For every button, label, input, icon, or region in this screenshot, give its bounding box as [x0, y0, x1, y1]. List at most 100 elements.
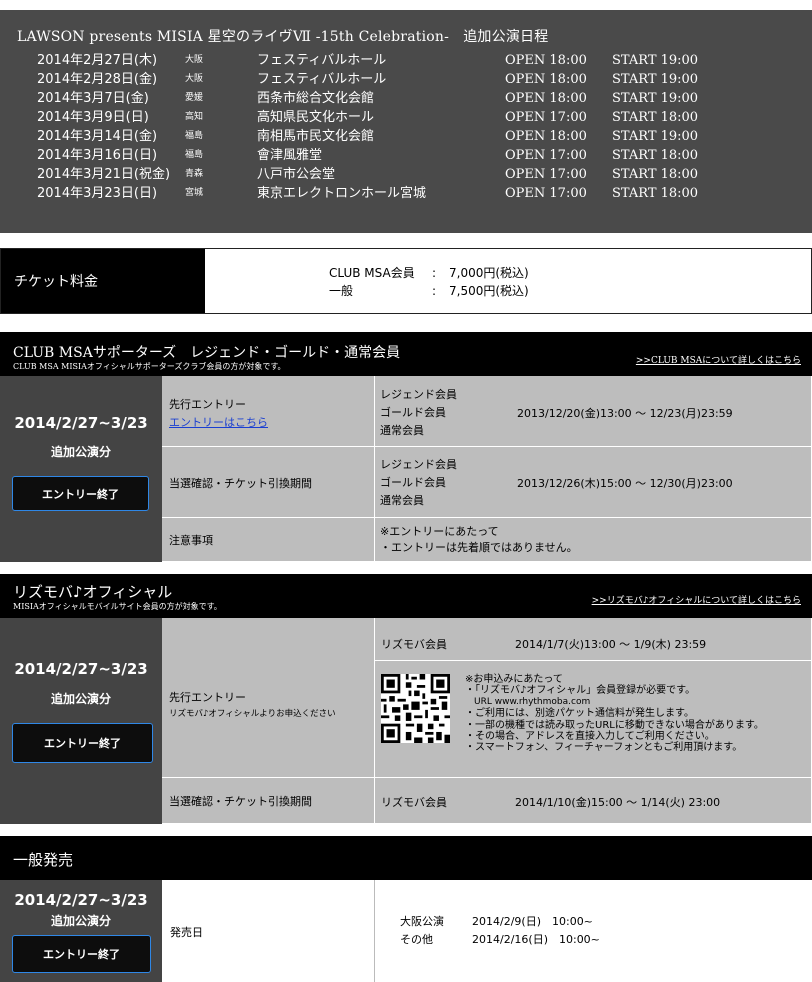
- club-msa-details-link[interactable]: >>CLUB MSAについて詳しくはこちら: [636, 353, 801, 366]
- pre-entry-label-cell: 先行エントリー エントリーはこちら: [162, 376, 375, 447]
- note-line: ※エントリーにあたって: [380, 525, 499, 538]
- note-line: ・ご利用には、別途パケット通信料が発生します。: [465, 708, 694, 720]
- general-sale-title: 一般発売: [13, 851, 74, 869]
- price-colon: :: [432, 266, 437, 280]
- entry-period: 2013/12/20(金)13:00 ～ 12/23(月)23:59: [517, 407, 733, 420]
- schedule-date: 2014年2月28日(金): [37, 72, 158, 87]
- schedule-open: OPEN 18:00: [505, 129, 587, 144]
- price-colon: :: [432, 284, 437, 298]
- member-type: リズモバ会員: [381, 638, 447, 651]
- schedule-open: OPEN 17:00: [505, 148, 587, 163]
- rhythmoba-notes: ※お申込みにあたって ・「リズモバ♪オフィシャル」会員登録が必要です。 URL …: [465, 674, 764, 754]
- rhythmoba-title: リズモバ♪オフィシャル: [13, 583, 173, 601]
- release-date: 2014/2/9(日) 10:00~: [472, 915, 593, 928]
- schedule-row: 2014年3月23日(日) 宮城 東京エレクトロンホール宮城 OPEN 17:0…: [0, 184, 812, 203]
- note-line: ※お申込みにあたって: [465, 674, 563, 685]
- schedule-row: 2014年2月28日(金) 大阪 フェスティバルホール OPEN 18:00 S…: [0, 70, 812, 89]
- entry-link[interactable]: エントリーはこちら: [169, 416, 268, 429]
- release-date-label-cell: 発売日: [162, 880, 375, 982]
- rhythmoba-details-link[interactable]: >>リズモバ♪オフィシャルについて詳しくはこちら: [592, 593, 801, 606]
- schedule-panel: LAWSON presents MISIA 星空のライヴⅦ -15th Cele…: [0, 10, 812, 233]
- side-additional: 追加公演分: [50, 914, 111, 928]
- entry-period: 2014/1/7(火)13:00 ～ 1/9(木) 23:59: [515, 638, 707, 651]
- note-line: ・その場合、アドレスを直接入力してご利用ください。: [465, 731, 715, 743]
- schedule-start: START 18:00: [612, 186, 699, 201]
- notes-label: 注意事項: [169, 534, 213, 547]
- price-list: CLUB MSA会員 : 7,000円(税込) 一般 : 7,500円(税込): [329, 264, 629, 300]
- pre-entry-label-cell: 先行エントリー リズモバ♪オフィシャルよりお申込ください: [162, 618, 375, 778]
- confirm-period-label-cell: 当選確認・チケット引換期間: [162, 447, 375, 518]
- ticket-price-panel: チケット料金 CLUB MSA会員 : 7,000円(税込) 一般 : 7,50…: [0, 248, 812, 314]
- schedule-prefecture: 青森: [185, 169, 204, 179]
- schedule-prefecture: 大阪: [185, 74, 204, 84]
- schedule-date: 2014年3月14日(金): [37, 129, 158, 144]
- member-type: ゴールド会員: [380, 476, 446, 489]
- member-type: 通常会員: [380, 424, 424, 437]
- entry-closed-button[interactable]: エントリー終了: [12, 476, 149, 511]
- schedule-start: START 19:00: [612, 129, 699, 144]
- confirm-period: 2014/1/10(金)15:00 ～ 1/14(火) 23:00: [515, 796, 721, 809]
- notes-text: ※エントリーにあたって ・エントリーは先着順ではありません。: [380, 524, 578, 556]
- schedule-start: START 19:00: [612, 72, 699, 87]
- release-date: 2014/2/16(日) 10:00~: [472, 933, 600, 946]
- entry-closed-button[interactable]: エントリー終了: [12, 723, 153, 763]
- schedule-open: OPEN 18:00: [505, 72, 587, 87]
- schedule-row: 2014年3月9日(日) 高知 高知県民文化ホール OPEN 17:00 STA…: [0, 108, 812, 127]
- schedule-date: 2014年2月27日(木): [37, 53, 158, 68]
- note-line: ・スマートフォン、フィーチャーフォンともご利用頂けます。: [465, 742, 743, 754]
- release-date-info-cell: 大阪公演 その他 2014/2/9(日) 10:00~ 2014/2/16(日)…: [376, 880, 812, 982]
- confirm-period-info-cell: レジェンド会員 ゴールド会員 通常会員 2013/12/26(木)15:00 ～…: [375, 447, 812, 518]
- note-line: URL www.rhythmoba.com: [474, 696, 591, 707]
- club-msa-side: 2014/2/27~3/23 追加公演分 エントリー終了: [0, 376, 162, 562]
- schedule-row: 2014年3月7日(金) 愛媛 西条市総合文化会館 OPEN 18:00 STA…: [0, 89, 812, 108]
- schedule-prefecture: 福島: [185, 131, 204, 141]
- release-date-label: 発売日: [170, 926, 203, 939]
- member-types: レジェンド会員 ゴールド会員 通常会員: [380, 386, 457, 440]
- schedule-venue: 會津風雅堂: [257, 148, 323, 163]
- schedule-venue: 東京エレクトロンホール宮城: [257, 186, 427, 201]
- club-msa-title: CLUB MSAサポーターズ レジェンド・ゴールド・通常会員: [13, 345, 401, 361]
- qr-code-icon: [381, 674, 450, 743]
- schedule-title: LAWSON presents MISIA 星空のライヴⅦ -15th Cele…: [17, 29, 549, 45]
- release-places: 大阪公演 その他: [400, 913, 444, 949]
- notes-label-cell: 注意事項: [162, 518, 375, 562]
- schedule-open: OPEN 18:00: [505, 53, 587, 68]
- schedule-date: 2014年3月23日(日): [37, 186, 158, 201]
- club-msa-header: CLUB MSAサポーターズ レジェンド・ゴールド・通常会員 CLUB MSA …: [0, 332, 812, 376]
- schedule-venue: フェスティバルホール: [257, 53, 387, 68]
- price-name: 一般: [329, 284, 354, 298]
- schedule-row: 2014年3月21日(祝金) 青森 八戸市公会堂 OPEN 17:00 STAR…: [0, 165, 812, 184]
- confirm-period: 2013/12/26(木)15:00 ～ 12/30(月)23:00: [517, 477, 733, 490]
- price-name: CLUB MSA会員: [329, 266, 415, 280]
- schedule-row: 2014年2月27日(木) 大阪 フェスティバルホール OPEN 18:00 S…: [0, 51, 812, 70]
- entry-closed-button[interactable]: エントリー終了: [12, 935, 151, 973]
- note-line: ・エントリーは先着順ではありません。: [380, 541, 578, 554]
- schedule-row: 2014年3月16日(日) 福島 會津風雅堂 OPEN 17:00 START …: [0, 146, 812, 165]
- member-type: リズモバ会員: [381, 796, 447, 809]
- member-types: レジェンド会員 ゴールド会員 通常会員: [380, 456, 457, 510]
- confirm-period-info-cell: リズモバ会員 2014/1/10(金)15:00 ～ 1/14(火) 23:00: [375, 778, 812, 824]
- schedule-prefecture: 高知: [185, 112, 204, 122]
- member-type: レジェンド会員: [380, 388, 457, 401]
- price-value: 7,500円(税込): [449, 284, 529, 298]
- side-additional: 追加公演分: [50, 692, 111, 706]
- note-line: ・「リズモバ♪オフィシャル」会員登録が必要です。: [465, 685, 696, 697]
- schedule-venue: 南相馬市民文化会館: [257, 129, 375, 144]
- pre-entry-info-cell: リズモバ会員 2014/1/7(火)13:00 ～ 1/9(木) 23:59 ※…: [375, 618, 812, 778]
- schedule-open: OPEN 18:00: [505, 91, 587, 106]
- schedule-open: OPEN 17:00: [505, 167, 587, 182]
- release-dates: 2014/2/9(日) 10:00~ 2014/2/16(日) 10:00~: [472, 913, 600, 949]
- schedule-date: 2014年3月16日(日): [37, 148, 158, 163]
- notes-info-cell: ※エントリーにあたって ・エントリーは先着順ではありません。: [375, 518, 812, 562]
- note-line: ・一部の機種では読み取ったURLに移動できない場合があります。: [465, 719, 764, 731]
- schedule-start: START 19:00: [612, 91, 699, 106]
- confirm-period-label: 当選確認・チケット引換期間: [169, 795, 312, 808]
- schedule-open: OPEN 17:00: [505, 110, 587, 125]
- confirm-period-label-cell: 当選確認・チケット引換期間: [162, 778, 375, 824]
- side-date: 2014/2/27~3/23: [14, 891, 148, 909]
- rhythmoba-subtitle: MISIAオフィシャルモバイルサイト会員の方が対象です。: [13, 602, 222, 611]
- schedule-start: START 19:00: [612, 53, 699, 68]
- release-place: その他: [400, 933, 433, 946]
- member-type: ゴールド会員: [380, 406, 446, 419]
- schedule-start: START 18:00: [612, 110, 699, 125]
